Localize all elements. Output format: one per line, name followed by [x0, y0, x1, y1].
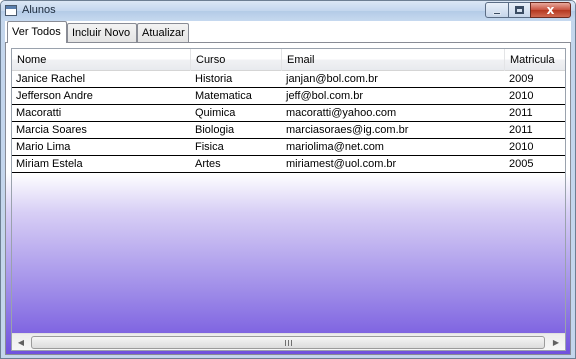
column-header-email[interactable]: Email	[282, 49, 505, 71]
table-row[interactable]: Miriam Estela Artes miriamest@uol.com.br…	[12, 156, 565, 173]
cell-email[interactable]: macoratti@yahoo.com	[282, 105, 505, 121]
minimize-button[interactable]	[485, 2, 509, 18]
tab-ver-todos[interactable]: Ver Todos	[7, 21, 67, 43]
main-window: Alunos x Ver Todos Incluir Novo Atualiza…	[0, 0, 576, 359]
cell-email[interactable]: jeff@bol.com.br	[282, 88, 505, 104]
cell-curso[interactable]: Quimica	[191, 105, 282, 121]
grid-rows: Janice Rachel Historia janjan@bol.com.br…	[12, 71, 565, 173]
cell-curso[interactable]: Artes	[191, 156, 282, 172]
scroll-left-arrow-icon[interactable]: ◀	[13, 335, 29, 350]
cell-nome[interactable]: Miriam Estela	[12, 156, 191, 172]
maximize-icon	[515, 6, 524, 14]
table-row[interactable]: Macoratti Quimica macoratti@yahoo.com 20…	[12, 105, 565, 122]
cell-matricula[interactable]: 2011	[505, 105, 565, 121]
table-row[interactable]: Mario Lima Fisica mariolima@net.com 2010	[12, 139, 565, 156]
maximize-button[interactable]	[508, 2, 531, 18]
cell-curso[interactable]: Fisica	[191, 139, 282, 155]
students-grid[interactable]: Nome Curso Email Matricula Janice Rachel…	[11, 48, 566, 351]
table-row[interactable]: Jefferson Andre Matematica jeff@bol.com.…	[12, 88, 565, 105]
cell-matricula[interactable]: 2011	[505, 122, 565, 138]
tab-atualizar[interactable]: Atualizar	[137, 23, 189, 43]
window-app-icon[interactable]	[5, 5, 17, 16]
cell-matricula[interactable]: 2010	[505, 139, 565, 155]
grid-header: Nome Curso Email Matricula	[12, 49, 565, 71]
cell-matricula[interactable]: 2005	[505, 156, 565, 172]
scroll-right-arrow-icon[interactable]: ▶	[548, 335, 564, 350]
horizontal-scrollbar[interactable]: ◀ ▶	[12, 333, 565, 350]
cell-email[interactable]: janjan@bol.com.br	[282, 71, 505, 87]
grip-icon	[284, 339, 292, 346]
cell-nome[interactable]: Jefferson Andre	[12, 88, 191, 104]
cell-nome[interactable]: Janice Rachel	[12, 71, 191, 87]
caption-buttons: x	[485, 2, 571, 19]
tab-panel-ver-todos: Nome Curso Email Matricula Janice Rachel…	[5, 42, 571, 355]
cell-email[interactable]: miriamest@uol.com.br	[282, 156, 505, 172]
cell-nome[interactable]: Mario Lima	[12, 139, 191, 155]
cell-curso[interactable]: Matematica	[191, 88, 282, 104]
cell-email[interactable]: marciasoraes@ig.com.br	[282, 122, 505, 138]
client-area: Ver Todos Incluir Novo Atualizar Nome Cu…	[5, 21, 571, 355]
column-header-curso[interactable]: Curso	[191, 49, 282, 71]
column-header-matricula[interactable]: Matricula	[505, 49, 565, 71]
cell-email[interactable]: mariolima@net.com	[282, 139, 505, 155]
cell-nome[interactable]: Marcia Soares	[12, 122, 191, 138]
close-icon: x	[546, 3, 555, 17]
close-button[interactable]: x	[530, 2, 571, 18]
table-row[interactable]: Marcia Soares Biologia marciasoraes@ig.c…	[12, 122, 565, 139]
cell-nome[interactable]: Macoratti	[12, 105, 191, 121]
title-bar[interactable]: Alunos x	[1, 1, 575, 21]
cell-matricula[interactable]: 2009	[505, 71, 565, 87]
cell-matricula[interactable]: 2010	[505, 88, 565, 104]
cell-curso[interactable]: Historia	[191, 71, 282, 87]
tab-incluir-novo[interactable]: Incluir Novo	[67, 23, 137, 43]
table-row[interactable]: Janice Rachel Historia janjan@bol.com.br…	[12, 71, 565, 88]
tab-strip: Ver Todos Incluir Novo Atualizar	[5, 21, 571, 43]
window-title: Alunos	[22, 4, 56, 16]
column-header-nome[interactable]: Nome	[12, 49, 191, 71]
minimize-icon	[493, 11, 501, 15]
scrollbar-thumb[interactable]	[31, 336, 545, 349]
cell-curso[interactable]: Biologia	[191, 122, 282, 138]
